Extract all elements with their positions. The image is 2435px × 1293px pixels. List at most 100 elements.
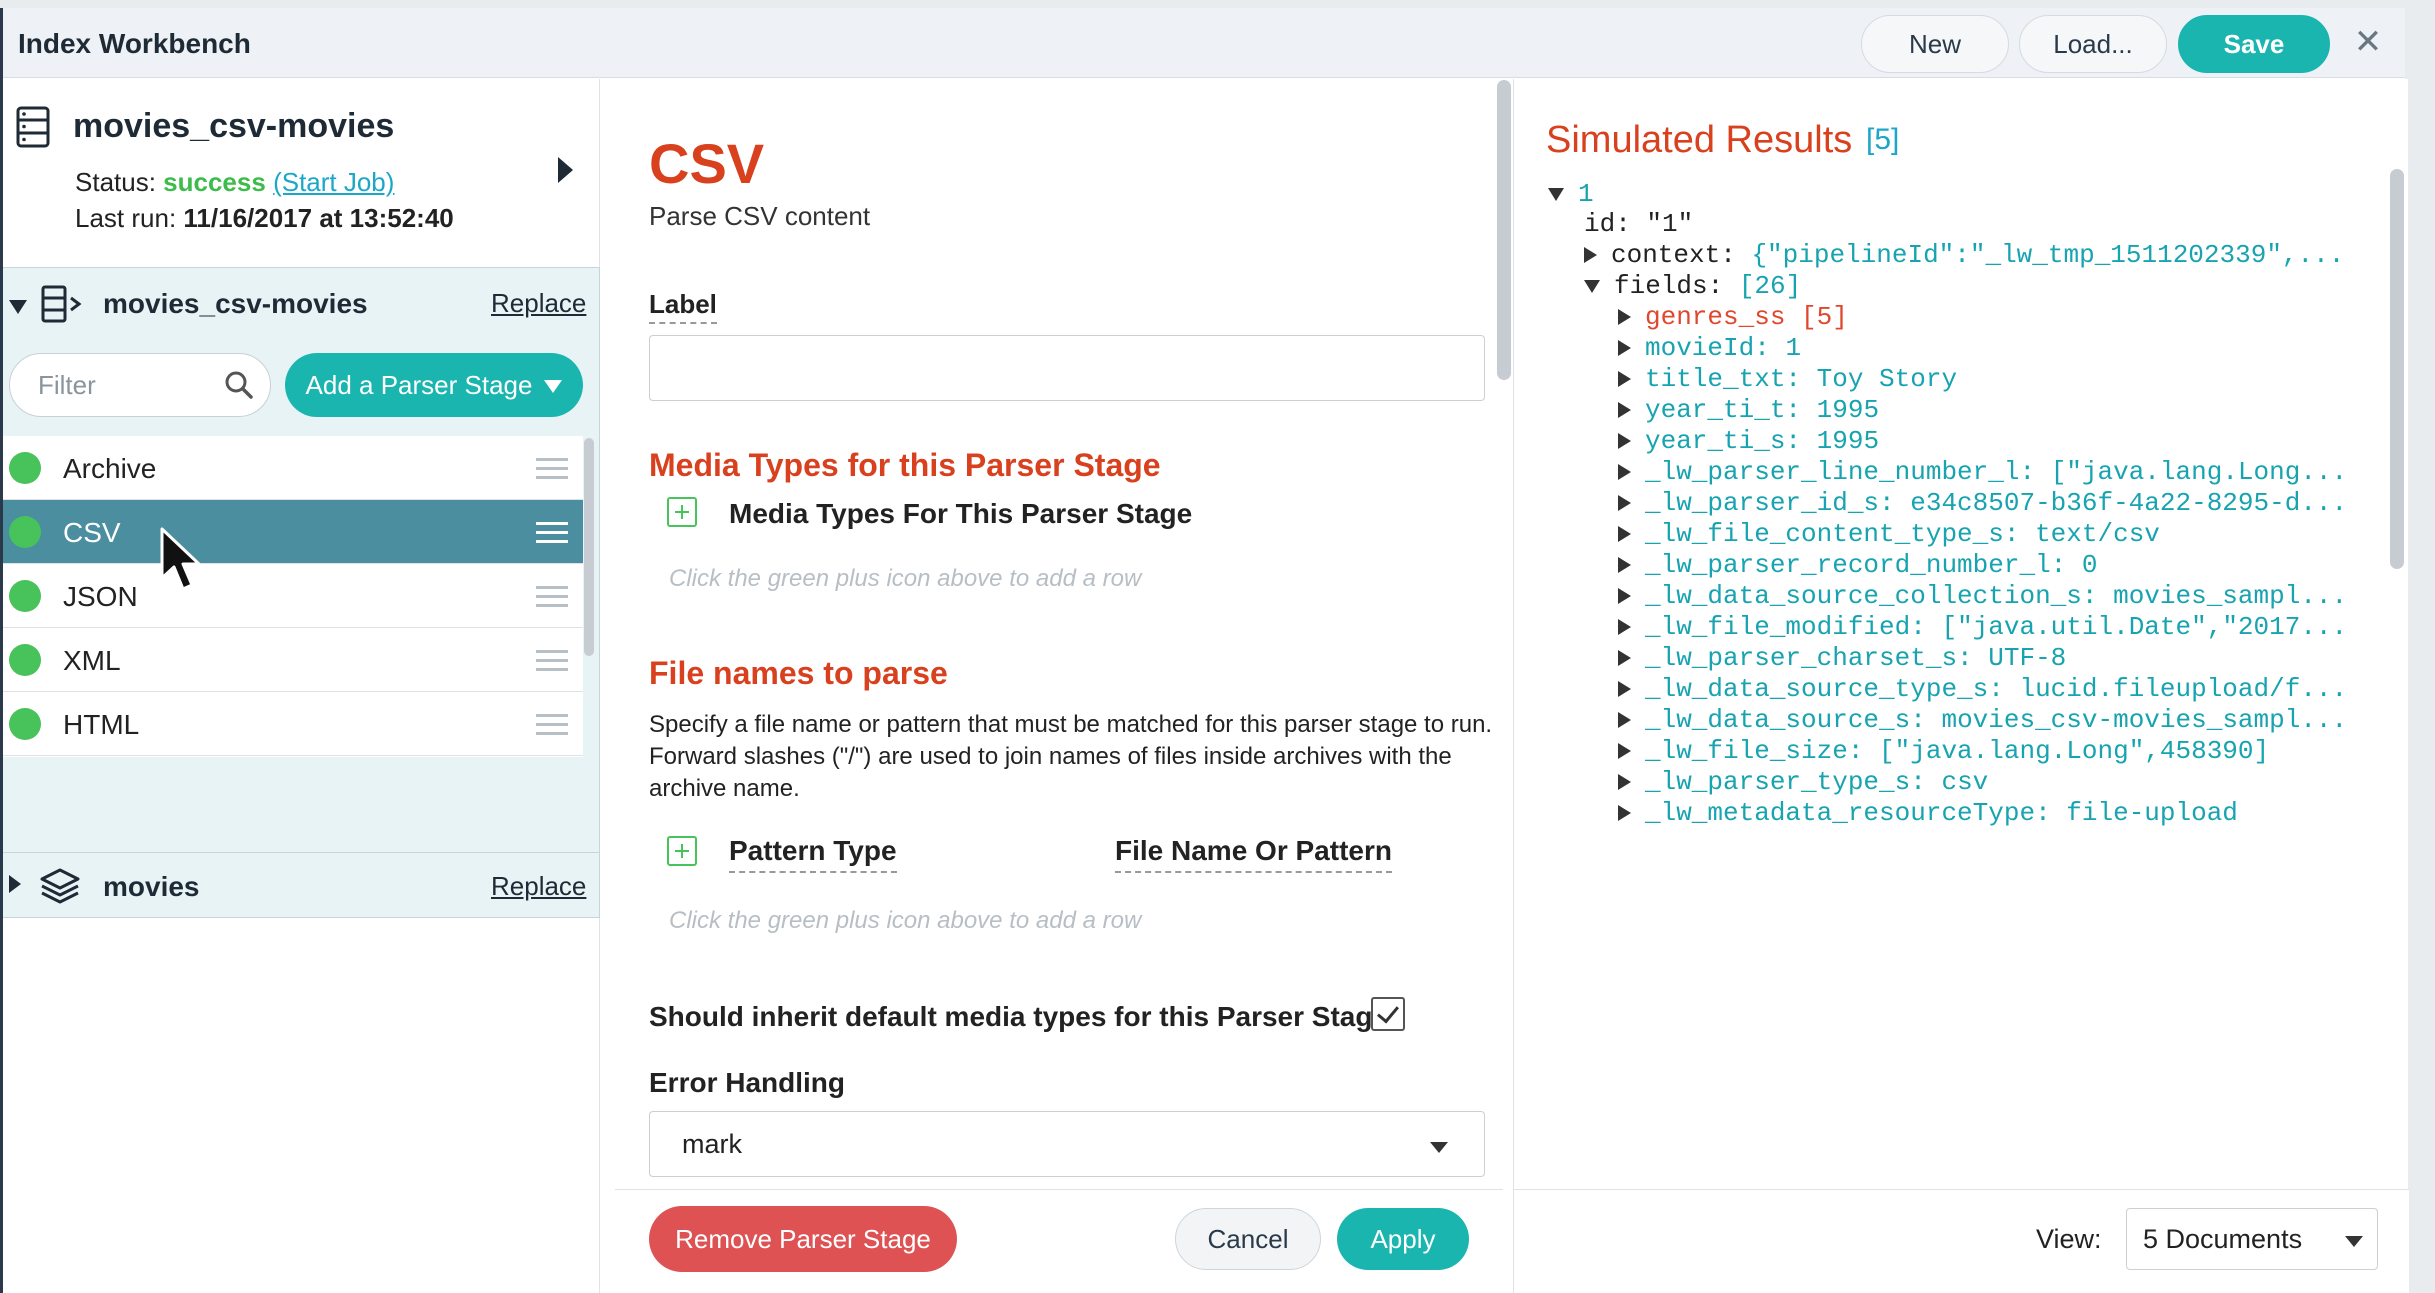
search-icon[interactable] — [224, 370, 254, 400]
add-media-type-plus-icon[interactable] — [667, 497, 697, 527]
inherit-media-types-checkbox[interactable] — [1371, 997, 1405, 1031]
replace-pipeline-link[interactable]: Replace — [491, 288, 586, 319]
expand-icon[interactable] — [1618, 650, 1631, 667]
id-value: "1" — [1646, 209, 1694, 239]
results-count: [5] — [1866, 123, 1900, 156]
field-value: 1 — [1785, 333, 1802, 363]
expand-icon[interactable] — [1618, 774, 1631, 791]
last-run-label: Last run: — [75, 203, 177, 233]
field-value: ["java.util.Date","2017... — [1941, 612, 2348, 642]
collapse-pipeline-icon[interactable] — [9, 300, 27, 314]
expand-icon[interactable] — [1618, 464, 1631, 481]
chevron-down-icon — [1430, 1142, 1448, 1153]
stage-item-csv[interactable]: CSV — [3, 500, 583, 564]
new-button[interactable]: New — [1861, 15, 2009, 73]
collapse-icon[interactable] — [1584, 279, 1600, 293]
replace-schema-link[interactable]: Replace — [491, 871, 586, 902]
stage-label: XML — [63, 645, 121, 676]
field-key: movieId: — [1645, 333, 1770, 363]
field-value: ["java.lang.Long",458390] — [1879, 736, 2270, 766]
filter-field[interactable] — [9, 353, 271, 417]
expand-icon[interactable] — [1618, 526, 1631, 543]
field-key: year_ti_t: — [1645, 395, 1802, 425]
expand-icon[interactable] — [1618, 588, 1631, 605]
remove-parser-stage-button[interactable]: Remove Parser Stage — [649, 1206, 957, 1272]
simulated-results-panel: Simulated Results [5] 1 id: "1" context:… — [1513, 79, 2409, 1293]
add-parser-stage-label: Add a Parser Stage — [305, 369, 533, 400]
field-key: title_txt: — [1645, 364, 1802, 394]
left-panel: movies_csv-movies Status: success (Start… — [3, 79, 600, 1293]
fields-count: [26] — [1738, 271, 1802, 301]
file-names-empty-hint: Click the green plus icon above to add a… — [669, 907, 1142, 934]
view-documents-select[interactable]: 5 Documents — [2126, 1208, 2378, 1270]
expand-icon[interactable] — [1584, 247, 1597, 264]
stage-label: CSV — [63, 517, 121, 548]
stage-item-xml[interactable]: XML — [3, 628, 583, 692]
stage-list-scrollbar[interactable] — [584, 438, 594, 656]
stage-item-html[interactable]: HTML — [3, 692, 583, 756]
field-value: [5] — [1801, 302, 1848, 332]
window-title: Index Workbench — [18, 28, 251, 59]
drag-handle-icon[interactable] — [536, 714, 568, 736]
start-job-link[interactable]: (Start Job) — [273, 167, 394, 197]
error-handling-select[interactable]: mark — [649, 1111, 1485, 1177]
enabled-status-icon — [9, 708, 41, 740]
expand-icon[interactable] — [1618, 340, 1631, 357]
last-run-value: 11/16/2017 at 13:52:40 — [183, 203, 454, 233]
stage-item-json[interactable]: JSON — [3, 564, 583, 628]
stage-label: JSON — [63, 581, 138, 612]
drag-handle-icon[interactable] — [536, 650, 568, 672]
expand-icon[interactable] — [1618, 712, 1631, 729]
results-scrollbar[interactable] — [2390, 169, 2404, 569]
fields-key: fields: — [1614, 271, 1724, 301]
field-key: genres_ss — [1645, 302, 1786, 332]
load-button[interactable]: Load... — [2019, 15, 2167, 73]
field-node[interactable]: _lw_metadata_resourceType: file-upload — [1618, 798, 2384, 838]
collapse-icon[interactable] — [1548, 187, 1564, 201]
field-key: _lw_parser_type_s: — [1645, 767, 1926, 797]
field-value: csv — [1941, 767, 1989, 797]
stage-item-archive[interactable]: Archive — [3, 436, 583, 500]
expand-icon[interactable] — [1618, 433, 1631, 450]
field-value: text/csv — [2035, 519, 2160, 549]
save-button[interactable]: Save — [2178, 15, 2330, 73]
close-icon[interactable]: ✕ — [2350, 24, 2386, 60]
stage-editor-scrollbar[interactable] — [1497, 80, 1511, 380]
field-key: _lw_parser_charset_s: — [1645, 643, 1973, 673]
expand-icon[interactable] — [1618, 619, 1631, 636]
expand-icon[interactable] — [1618, 371, 1631, 388]
stage-item-partial[interactable] — [3, 756, 583, 757]
expand-icon[interactable] — [1618, 743, 1631, 760]
apply-button[interactable]: Apply — [1337, 1208, 1469, 1270]
cancel-button[interactable]: Cancel — [1175, 1208, 1321, 1270]
field-key: _lw_metadata_resourceType: — [1645, 798, 2051, 828]
label-input[interactable] — [649, 335, 1485, 401]
expand-icon[interactable] — [1618, 557, 1631, 574]
expand-icon[interactable] — [1618, 495, 1631, 512]
drag-handle-icon[interactable] — [536, 586, 568, 608]
expand-icon[interactable] — [1618, 402, 1631, 419]
add-file-pattern-plus-icon[interactable] — [667, 836, 697, 866]
chevron-down-icon — [2345, 1236, 2363, 1247]
filter-input[interactable] — [38, 368, 218, 402]
parser-stage-list: Archive CSV JSON XML HTML — [3, 436, 583, 757]
expand-icon[interactable] — [1618, 805, 1631, 822]
media-types-header: Media Types For This Parser Stage — [729, 498, 1193, 529]
status-label: Status: — [75, 167, 156, 197]
field-key: _lw_data_source_s: — [1645, 705, 1926, 735]
view-value: 5 Documents — [2143, 1224, 2303, 1254]
drag-handle-icon[interactable] — [536, 458, 568, 480]
drag-handle-icon[interactable] — [536, 522, 568, 544]
expand-icon[interactable] — [1618, 309, 1631, 326]
datasource-name: movies_csv-movies — [73, 107, 395, 145]
enabled-status-icon — [9, 644, 41, 676]
expand-schema-icon[interactable] — [9, 875, 21, 893]
enabled-status-icon — [9, 580, 41, 612]
expand-job-arrow-icon[interactable] — [558, 157, 573, 183]
file-name-pattern-header: File Name Or Pattern — [1115, 835, 1392, 873]
field-key: _lw_data_source_collection_s: — [1645, 581, 2098, 611]
expand-icon[interactable] — [1618, 681, 1631, 698]
index-pipeline-section: movies_csv-movies Replace Add a Parser S… — [3, 267, 600, 853]
field-key: _lw_data_source_type_s: — [1645, 674, 2004, 704]
add-parser-stage-button[interactable]: Add a Parser Stage — [285, 353, 583, 417]
